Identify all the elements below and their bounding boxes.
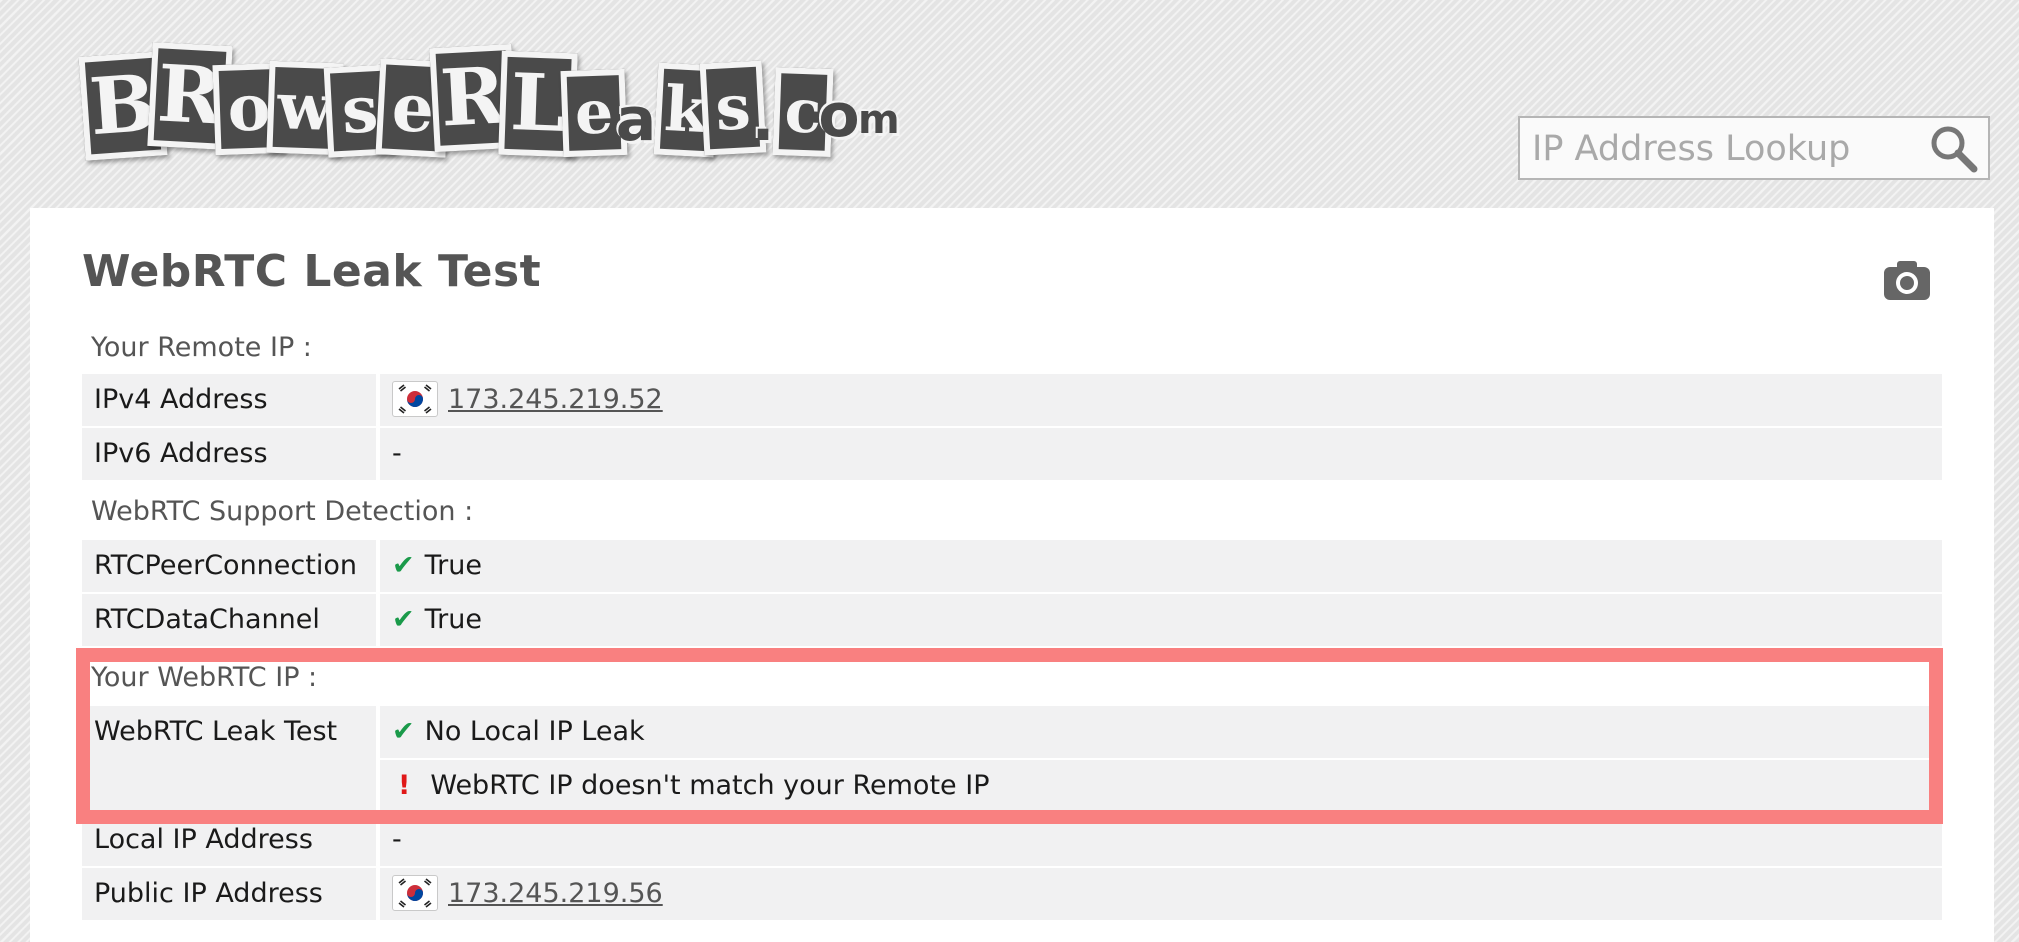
site-logo[interactable]: B R o w s e R L e a k s . c o m: [78, 40, 900, 170]
table-row-public-ip: Public IP Address 173.245.219.56: [82, 868, 1942, 920]
logo-letter: a: [615, 85, 657, 155]
search-button[interactable]: [1926, 122, 1982, 176]
ip-lookup-search: [1518, 116, 1990, 180]
south-korea-flag-icon: [392, 874, 438, 911]
row-value: ✔ True: [380, 540, 1942, 592]
row-value: -: [380, 814, 1942, 866]
table-row-rtcdatachannel: RTCDataChannel ✔ True: [82, 594, 1942, 646]
search-icon: [1931, 126, 1978, 173]
row-key: Public IP Address: [82, 868, 376, 920]
camera-icon: [1884, 261, 1930, 300]
table-row-ipv6: IPv6 Address -: [82, 428, 1942, 480]
check-icon: ✔: [392, 716, 415, 747]
section-support-label: WebRTC Support Detection :: [91, 496, 474, 527]
row-value: 173.245.219.52: [380, 374, 1942, 426]
row-key: RTCDataChannel: [82, 594, 376, 646]
table-row-ipv4: IPv4 Address 173.245.219.52: [82, 374, 1942, 426]
row-value: -: [380, 428, 1942, 480]
warning-icon: !: [398, 770, 411, 801]
table-row-rtcpeerconnection: RTCPeerConnection ✔ True: [82, 540, 1942, 592]
logo-letter: m: [858, 97, 900, 143]
ip-lookup-input[interactable]: [1530, 124, 1914, 174]
row-value-text: WebRTC IP doesn't match your Remote IP: [430, 770, 990, 801]
row-key: Local IP Address: [82, 814, 376, 866]
section-webrtc-ip-label: Your WebRTC IP :: [91, 662, 318, 693]
row-value-text: True: [424, 550, 482, 581]
row-key: IPv4 Address: [82, 374, 376, 426]
row-value: ! WebRTC IP doesn't match your Remote IP: [380, 760, 1942, 812]
row-value-text: No Local IP Leak: [424, 716, 645, 747]
row-value: 173.245.219.56: [380, 868, 1942, 920]
ipv4-address-link[interactable]: 173.245.219.52: [448, 384, 663, 415]
content-card: WebRTC Leak Test Your Remote IP : IPv4 A…: [30, 208, 1994, 942]
row-key: IPv6 Address: [82, 428, 376, 480]
row-key: WebRTC Leak Test: [82, 706, 376, 812]
table-row-local-ip: Local IP Address -: [82, 814, 1942, 866]
logo-letter: o: [818, 81, 860, 151]
row-key: RTCPeerConnection: [82, 540, 376, 592]
row-value: ✔ No Local IP Leak: [380, 706, 1942, 758]
row-value: ✔ True: [380, 594, 1942, 646]
screenshot-button[interactable]: [1884, 260, 1930, 300]
south-korea-flag-icon: [392, 380, 438, 417]
check-icon: ✔: [392, 550, 415, 581]
public-ip-address-link[interactable]: 173.245.219.56: [448, 878, 663, 909]
row-value-text: True: [424, 604, 482, 635]
page-title: WebRTC Leak Test: [82, 246, 542, 297]
section-remote-ip-label: Your Remote IP :: [91, 332, 312, 363]
table-row-leak-test: WebRTC Leak Test ✔ No Local IP Leak ! WebR…: [82, 706, 1942, 812]
check-icon: ✔: [392, 604, 415, 635]
